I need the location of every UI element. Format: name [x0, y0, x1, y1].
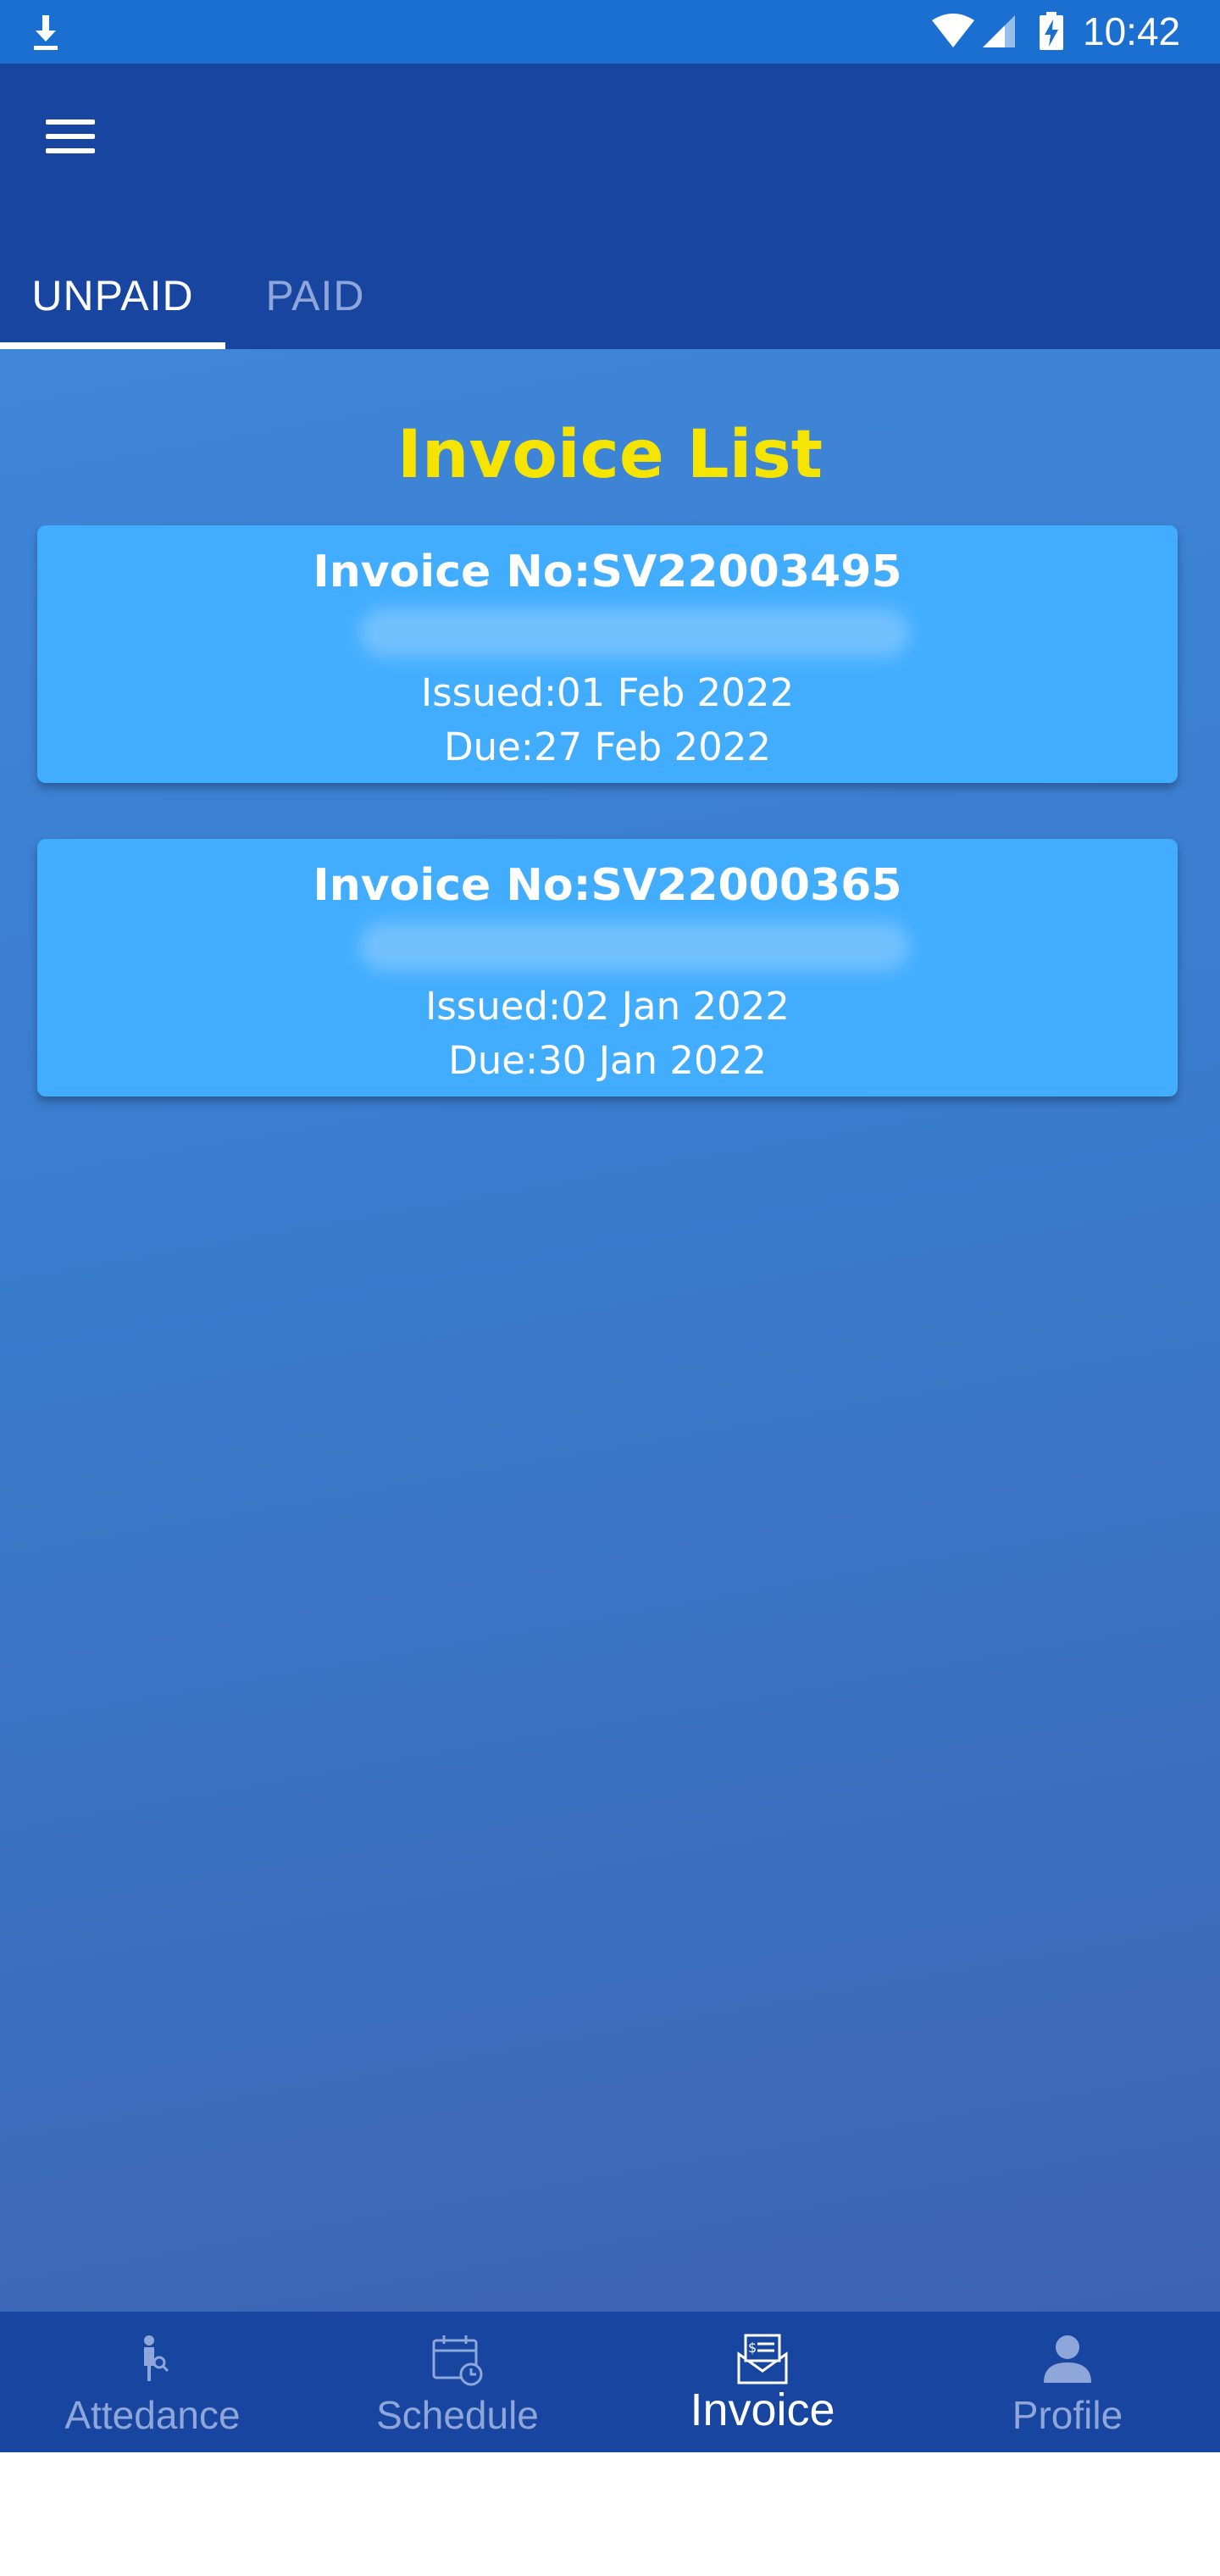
wifi-icon — [932, 14, 974, 47]
invoice-icon: $ — [737, 2334, 788, 2384]
nav-schedule-label: Schedule — [376, 2393, 539, 2437]
nav-invoice[interactable]: $ Invoice — [610, 2312, 915, 2452]
tab-paid[interactable]: PAID — [225, 242, 405, 349]
signal-icon — [983, 15, 1015, 47]
attendance-icon — [144, 2335, 169, 2381]
menu-icon-line — [46, 148, 95, 153]
tab-indicator — [0, 342, 225, 349]
tab-bar: UNPAID PAID — [0, 242, 1220, 349]
app-bar: UNPAID PAID — [0, 64, 1220, 349]
menu-icon-line — [46, 134, 95, 139]
due-date: Due:30 Jan 2022 — [448, 1038, 767, 1083]
calendar-clock-icon — [432, 2335, 483, 2386]
redacted-text — [359, 608, 910, 658]
issued-date: Issued:02 Jan 2022 — [425, 984, 790, 1029]
due-date: Due:27 Feb 2022 — [443, 724, 772, 769]
svg-text:$: $ — [748, 2340, 757, 2356]
menu-icon-line — [46, 119, 95, 125]
nav-profile[interactable]: Profile — [915, 2312, 1220, 2452]
invoice-number: Invoice No:SV22000365 — [313, 860, 902, 911]
nav-schedule[interactable]: Schedule — [305, 2312, 610, 2452]
redacted-text — [359, 922, 910, 971]
status-bar: 10:42 — [0, 0, 1220, 64]
issued-date: Issued:01 Feb 2022 — [420, 670, 795, 715]
battery-charging-icon — [1040, 12, 1063, 50]
nav-attendance-label: Attedance — [64, 2393, 241, 2437]
tab-unpaid[interactable]: UNPAID — [0, 242, 225, 349]
download-icon — [34, 15, 58, 50]
invoice-card[interactable]: Invoice No:SV22003495 Issued:01 Feb 2022… — [37, 525, 1178, 783]
nav-attendance[interactable]: Attedance — [0, 2312, 305, 2452]
bottom-navigation: Attedance Schedule $ Invoice Profile — [0, 2312, 1220, 2452]
nav-profile-label: Profile — [1012, 2393, 1123, 2437]
status-time: 10:42 — [1083, 9, 1181, 53]
invoice-card[interactable]: Invoice No:SV22000365 Issued:02 Jan 2022… — [37, 839, 1178, 1096]
invoice-number: Invoice No:SV22003495 — [313, 547, 902, 597]
bottom-blank-area — [0, 2452, 1220, 2576]
invoice-list-area: Invoice List Invoice No:SV22003495 Issue… — [0, 349, 1220, 2312]
menu-button[interactable] — [34, 103, 108, 170]
page-title: Invoice List — [396, 417, 824, 493]
nav-invoice-label: Invoice — [690, 2384, 835, 2435]
profile-icon — [1044, 2335, 1091, 2383]
